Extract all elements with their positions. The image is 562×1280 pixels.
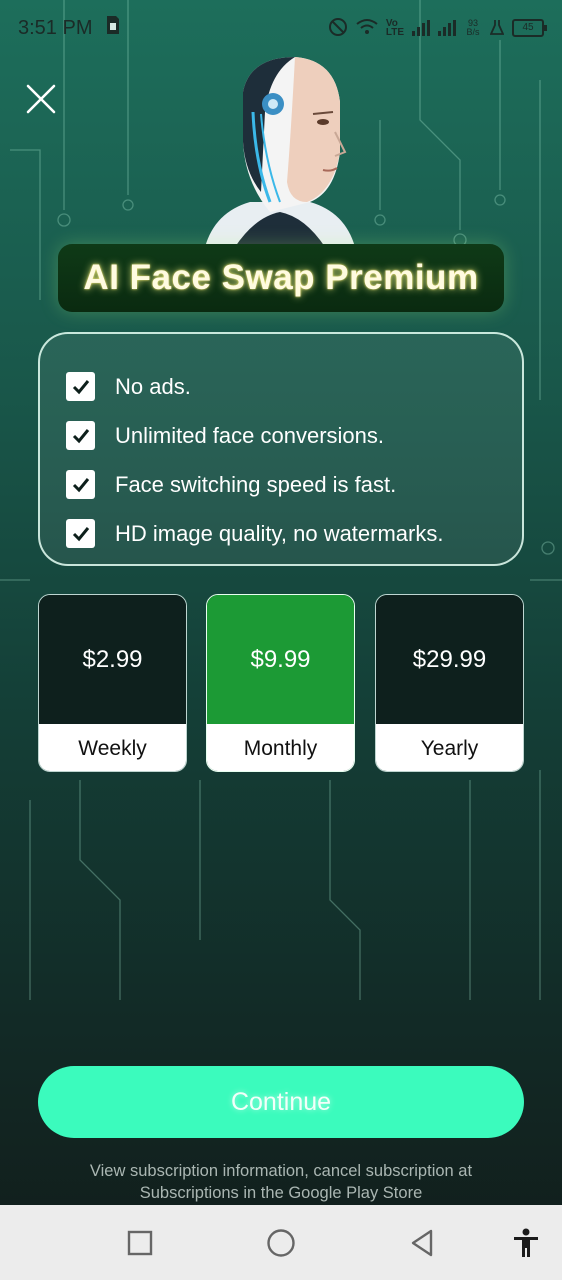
accessibility-icon (514, 1228, 538, 1257)
wifi-icon (356, 18, 378, 39)
signal-icon-2 (438, 20, 456, 36)
subscription-note: View subscription information, cancel su… (30, 1160, 532, 1204)
flask-icon (489, 19, 505, 38)
home-button[interactable] (261, 1223, 301, 1263)
status-time: 3:51 PM (18, 16, 93, 39)
status-left: 3:51 PM (18, 15, 120, 41)
plan-period: Weekly (39, 724, 186, 771)
feature-label: Face switching speed is fast. (115, 471, 397, 497)
continue-label: Continue (230, 1087, 332, 1116)
check-icon (66, 519, 95, 548)
check-icon (66, 470, 95, 499)
features-card: No ads. Unlimited face conversions. Face… (38, 332, 524, 566)
feature-label: HD image quality, no watermarks. (115, 520, 444, 546)
subscription-note-line1: View subscription information, cancel su… (89, 1162, 473, 1180)
system-nav-bar (0, 1205, 562, 1280)
feature-item: Face switching speed is fast. (66, 460, 496, 509)
continue-button[interactable]: Continue (38, 1066, 524, 1138)
plan-period: Monthly (207, 724, 354, 771)
recents-icon (127, 1230, 153, 1256)
check-icon (66, 372, 95, 401)
feature-item: Unlimited face conversions. (66, 411, 496, 460)
feature-item: No ads. (66, 362, 496, 411)
plan-options: $2.99 Weekly $9.99 Monthly $29.99 Yearly (38, 594, 524, 772)
battery-icon: 45 (512, 19, 547, 37)
robot-face-illustration (205, 57, 355, 247)
feature-label: No ads. (115, 373, 191, 399)
accessibility-button[interactable] (506, 1223, 546, 1263)
plan-weekly[interactable]: $2.99 Weekly (38, 594, 187, 772)
close-button[interactable] (22, 80, 60, 118)
volte-icon: Vo LTE (385, 18, 404, 38)
signal-icon-1 (412, 20, 430, 36)
plan-price: $29.99 (376, 595, 523, 724)
subscription-note-line2: Subscriptions in the Google Play Store (139, 1184, 423, 1202)
feature-item: HD image quality, no watermarks. (66, 509, 496, 558)
plan-yearly[interactable]: $29.99 Yearly (375, 594, 524, 772)
back-button[interactable] (402, 1223, 442, 1263)
status-bar: 3:51 PM Vo LTE 93 B/s 45 (0, 0, 562, 56)
plan-price: $2.99 (39, 595, 186, 724)
network-speed: 93 B/s (466, 18, 480, 37)
back-icon (411, 1229, 433, 1257)
sim-card-icon (106, 15, 120, 41)
plan-price: $9.99 (207, 595, 354, 724)
dnd-icon (328, 17, 348, 40)
page-title: AI Face Swap Premium (83, 258, 479, 297)
feature-label: Unlimited face conversions. (115, 422, 385, 448)
check-icon (66, 421, 95, 450)
close-icon (26, 84, 56, 114)
recents-button[interactable] (120, 1223, 160, 1263)
home-icon (267, 1229, 295, 1257)
title-banner: AI Face Swap Premium (58, 244, 504, 312)
plan-period: Yearly (376, 724, 523, 771)
status-right: Vo LTE 93 B/s 45 (328, 17, 547, 40)
plan-monthly[interactable]: $9.99 Monthly (206, 594, 355, 772)
